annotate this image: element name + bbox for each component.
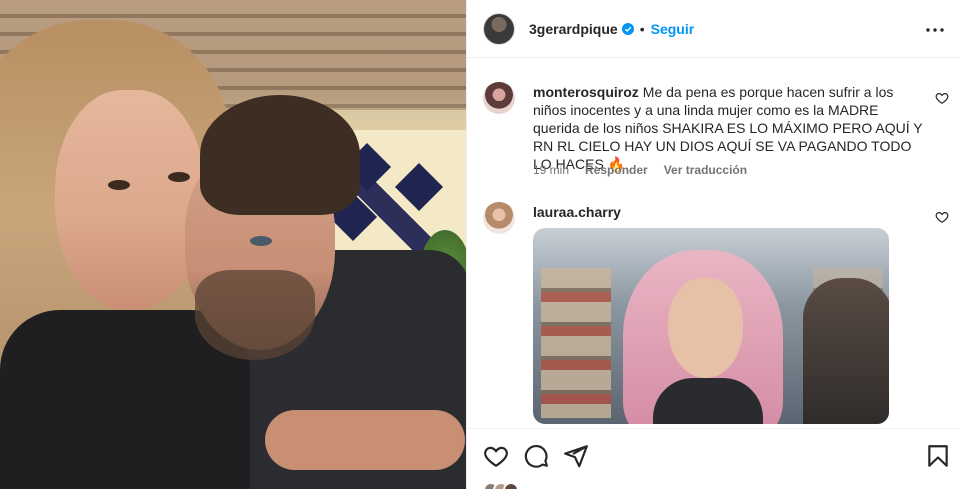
comment-time: 19 min	[533, 163, 570, 177]
comment-item: monterosquiroz Me da pena es porque hacen…	[483, 82, 953, 182]
post-photo[interactable]	[0, 0, 466, 489]
gif-body	[653, 378, 763, 424]
follow-button[interactable]: Seguir	[651, 21, 695, 37]
gif-man	[803, 278, 889, 424]
comment-like-icon[interactable]	[935, 210, 949, 224]
comment-icon[interactable]	[523, 443, 549, 469]
store-shelf	[541, 268, 611, 418]
liked-by-avatars[interactable]	[483, 482, 519, 489]
comment-meta: 19 min Responder Ver traducción	[533, 163, 747, 177]
commenter-avatar[interactable]	[483, 202, 515, 234]
comment-like-icon[interactable]	[935, 91, 949, 105]
owner-avatar[interactable]	[483, 12, 515, 45]
eye	[250, 236, 272, 246]
translate-button[interactable]: Ver traducción	[664, 163, 747, 177]
comment-body: lauraa.charry	[533, 203, 925, 221]
eye	[168, 172, 190, 182]
verified-badge-icon	[621, 22, 634, 35]
bookmark-icon[interactable]	[925, 443, 951, 469]
commenter-avatar[interactable]	[483, 82, 515, 114]
comment-username[interactable]: monterosquiroz	[533, 84, 639, 100]
woman-face	[55, 90, 205, 310]
gif-face	[668, 278, 743, 378]
arm	[265, 410, 465, 470]
post-side-panel: 3gerardpique • Seguir monterosquiroz Me d…	[466, 0, 960, 489]
post-action-bar	[467, 428, 960, 484]
man-beard	[195, 270, 315, 360]
eye	[108, 180, 130, 190]
owner-username[interactable]: 3gerardpique	[529, 21, 618, 37]
reply-button[interactable]: Responder	[585, 163, 648, 177]
comment-gif[interactable]	[533, 228, 889, 424]
comment-username[interactable]: lauraa.charry	[533, 204, 621, 220]
separator-dot: •	[639, 20, 645, 37]
man-hair	[200, 95, 360, 215]
post-header: 3gerardpique • Seguir	[467, 0, 960, 58]
share-icon[interactable]	[563, 443, 589, 469]
heart-icon[interactable]	[483, 443, 509, 469]
more-options-icon[interactable]	[923, 18, 947, 42]
comment-body: monterosquiroz Me da pena es porque hacen…	[533, 83, 925, 173]
